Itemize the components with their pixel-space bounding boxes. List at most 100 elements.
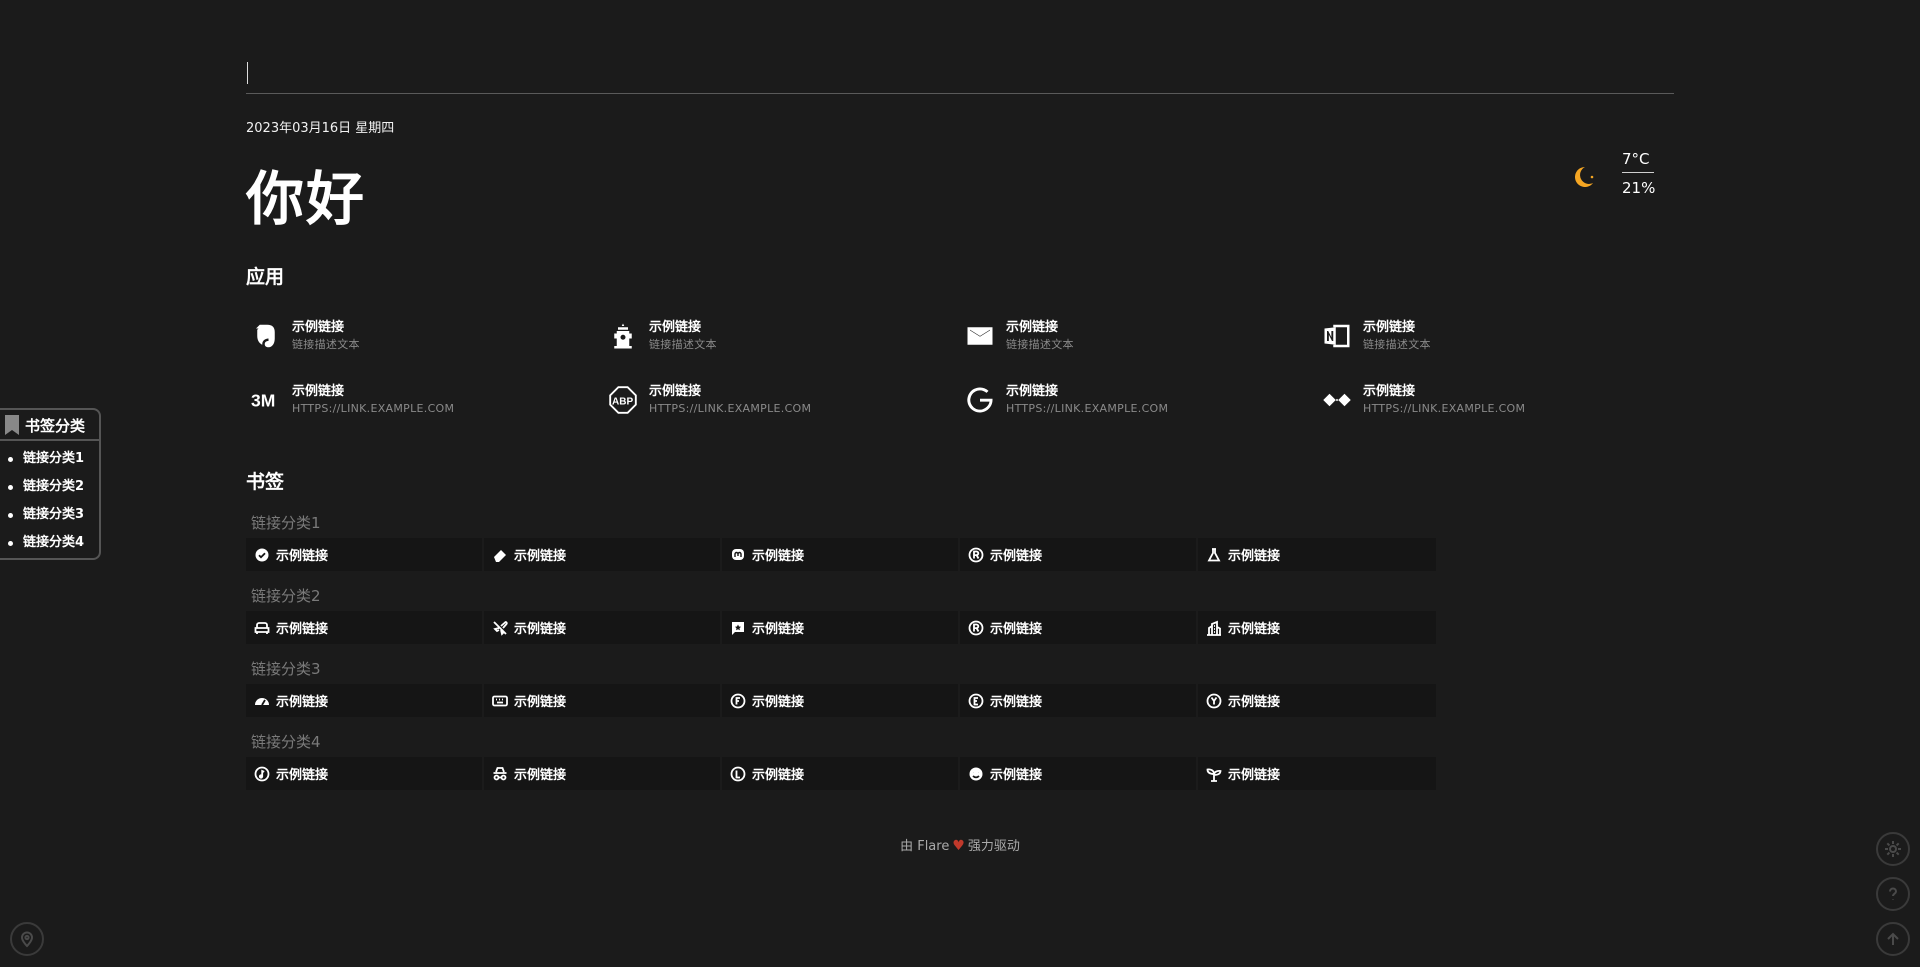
scroll-top-button[interactable] [1876, 922, 1910, 956]
bookmark-link[interactable]: 示例链接 [1198, 684, 1436, 717]
page: 书签分类 链接分类1 链接分类2 链接分类3 链接分类4 2023年03月16日… [0, 0, 1920, 967]
bookmark-link[interactable]: 示例链接 [1198, 757, 1436, 790]
app-desc: HTTPS://LINK.EXAMPLE.COM [649, 402, 812, 415]
toc-item-1[interactable]: 链接分类1 [8, 445, 84, 473]
toc-title: 书签分类 [25, 416, 86, 435]
building-icon [1205, 619, 1223, 637]
greeting: 你好 [246, 165, 367, 233]
registered-icon [967, 619, 985, 637]
bookmark-label: 示例链接 [276, 768, 329, 783]
gear-icon [1885, 841, 1901, 857]
bookmark-link[interactable]: 示例链接 [722, 538, 960, 571]
apps-grid: 示例链接 链接描述文本 示例链接 链接描述文本 示例链接 链接描述文本 示例链接… [246, 316, 1674, 426]
bookmarks-section-title: 书签 [246, 471, 285, 493]
footer-suffix: 强力驱动 [967, 839, 1020, 854]
bookmark-label: 示例链接 [990, 768, 1043, 783]
plant-icon [1205, 765, 1223, 783]
bookmark-link[interactable]: 示例链接 [722, 611, 960, 644]
svg-text:3M: 3M [251, 390, 275, 410]
bookmark-category-title: 链接分类3 [251, 660, 321, 678]
diamond-icon [1317, 380, 1357, 420]
3m-icon: 3M [246, 380, 286, 420]
app-desc: HTTPS://LINK.EXAMPLE.COM [1006, 402, 1169, 415]
bookmark-label: 示例链接 [990, 622, 1043, 637]
google-icon [960, 380, 1000, 420]
apps-section-title: 应用 [246, 266, 285, 288]
app-desc: 链接描述文本 [1363, 338, 1431, 351]
bookmark-link[interactable]: 示例链接 [1198, 611, 1436, 644]
app-link-fire-hydrant[interactable]: 示例链接 链接描述文本 [603, 316, 943, 356]
app-link-diamond[interactable]: 示例链接 HTTPS://LINK.EXAMPLE.COM [1317, 380, 1657, 420]
bookmark-link[interactable]: 示例链接 [960, 757, 1198, 790]
bookmark-row: 示例链接 示例链接 示例链接 示例链接 示例链接 [246, 684, 1436, 717]
mood-icon [967, 765, 985, 783]
bookmark-link[interactable]: 示例链接 [960, 611, 1198, 644]
fire-hydrant-icon [603, 316, 643, 356]
search-input[interactable] [246, 55, 1674, 93]
registered-icon [967, 546, 985, 564]
app-name: 示例链接 [1363, 384, 1416, 399]
bookmark-link[interactable]: 示例链接 [246, 757, 484, 790]
location-button[interactable] [10, 922, 44, 956]
bookmark-label: 示例链接 [990, 695, 1043, 710]
toc-item-3[interactable]: 链接分类3 [8, 501, 84, 529]
bookmark-label: 示例链接 [514, 622, 567, 637]
app-link-mail[interactable]: 示例链接 链接描述文本 [960, 316, 1300, 356]
bookmark-label: 示例链接 [990, 549, 1043, 564]
bookmark-link[interactable]: 示例链接 [246, 611, 484, 644]
plane-off-icon [491, 619, 509, 637]
music-circle-icon [253, 765, 271, 783]
app-desc: 链接描述文本 [649, 338, 717, 351]
bookmark-category-3: 链接分类3 示例链接 示例链接 示例链接 示例链接 示例链接 [246, 654, 1436, 727]
current-date: 2023年03月16日 星期四 [246, 121, 395, 136]
bookmark-link[interactable]: 示例链接 [246, 684, 484, 717]
sofa-icon [253, 619, 271, 637]
bookmark-link[interactable]: 示例链接 [484, 684, 722, 717]
bookmark-category-title: 链接分类1 [251, 514, 321, 532]
bookmark-link[interactable]: 示例链接 [484, 538, 722, 571]
bookmark-link[interactable]: 示例链接 [246, 538, 484, 571]
bookmark-link[interactable]: 示例链接 [1198, 538, 1436, 571]
bookmark-link[interactable]: 示例链接 [722, 757, 960, 790]
location-pin-icon [20, 931, 34, 948]
bookmark-category-toc: 书签分类 链接分类1 链接分类2 链接分类3 链接分类4 [0, 408, 101, 560]
toc-item-4[interactable]: 链接分类4 [8, 529, 84, 557]
question-icon [1889, 887, 1898, 900]
settings-button[interactable] [1876, 832, 1910, 866]
flask-icon [1205, 546, 1223, 564]
footer: 由 Flare ♥ 强力驱动 [246, 835, 1674, 854]
bookmark-label: 示例链接 [514, 695, 567, 710]
mail-icon [960, 316, 1000, 356]
help-button[interactable] [1876, 877, 1910, 911]
svg-text:ABP: ABP [612, 396, 633, 407]
evernote-icon [246, 316, 286, 356]
app-name: 示例链接 [292, 320, 345, 335]
bookmark-label: 示例链接 [752, 622, 805, 637]
arrow-up-icon [1887, 932, 1899, 945]
bookmark-category-title: 链接分类4 [251, 733, 321, 751]
moon-icon [1575, 167, 1594, 187]
weather-humidity: 21% [1622, 179, 1656, 197]
bookmark-link[interactable]: 示例链接 [960, 684, 1198, 717]
app-link-evernote[interactable]: 示例链接 链接描述文本 [246, 316, 586, 356]
app-desc: 链接描述文本 [1006, 338, 1074, 351]
toc-item-2[interactable]: 链接分类2 [8, 473, 84, 501]
toc-list: 链接分类1 链接分类2 链接分类3 链接分类4 [8, 445, 84, 557]
app-name: 示例链接 [1006, 320, 1059, 335]
bookmark-link[interactable]: 示例链接 [722, 684, 960, 717]
bookmark-category-4: 链接分类4 示例链接 示例链接 示例链接 示例链接 示例链接 [246, 727, 1436, 800]
app-link-google[interactable]: 示例链接 HTTPS://LINK.EXAMPLE.COM [960, 380, 1300, 420]
heart-icon: ♥ [952, 838, 965, 854]
bookmark-label: 示例链接 [276, 695, 329, 710]
bookmark-link[interactable]: 示例链接 [484, 757, 722, 790]
bookmark-link[interactable]: 示例链接 [484, 611, 722, 644]
footer-prefix: 由 Flare [900, 839, 950, 854]
bookmark-category-1: 链接分类1 示例链接 示例链接 示例链接 示例链接 示例链接 [246, 508, 1436, 581]
gauge-icon [253, 692, 271, 710]
eraser-icon [491, 546, 509, 564]
app-link-adblock[interactable]: ABP 示例链接 HTTPS://LINK.EXAMPLE.COM [603, 380, 943, 420]
app-link-3m[interactable]: 3M 示例链接 HTTPS://LINK.EXAMPLE.COM [246, 380, 586, 420]
app-link-onenote[interactable]: 示例链接 链接描述文本 [1317, 316, 1657, 356]
bookmark-label: 示例链接 [514, 549, 567, 564]
bookmark-link[interactable]: 示例链接 [960, 538, 1198, 571]
